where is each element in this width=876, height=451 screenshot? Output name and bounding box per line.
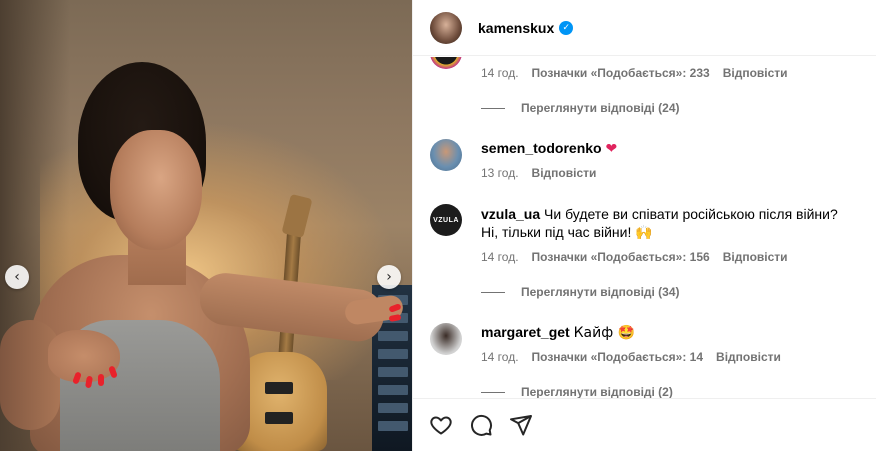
comment-username[interactable]: semen_todorenko [481, 140, 602, 156]
view-replies-button[interactable]: Переглянути відповіді (2) [481, 385, 673, 398]
share-button[interactable] [509, 413, 533, 437]
person-arm [0, 320, 60, 430]
avatar-logo-text: VZULA [433, 216, 459, 224]
author-avatar[interactable] [430, 11, 462, 44]
comment-button[interactable] [469, 413, 493, 437]
reply-button[interactable]: Відповісти [723, 66, 788, 80]
comment-username[interactable]: vzula_ua [481, 206, 540, 222]
comment-meta: 14 год. Позначки «Подобається»: 14 Відпо… [481, 350, 781, 364]
guitar-pickup [265, 382, 293, 394]
comment-time: 14 год. [481, 66, 519, 80]
reply-button[interactable]: Відповісти [716, 350, 781, 364]
comment-likes-count[interactable]: Позначки «Подобається»: 156 [532, 250, 710, 264]
view-replies-label: Переглянути відповіді (2) [521, 385, 673, 398]
comments-panel: kamenskux ✓ 14 год. Позначки «Подобаєтьс… [412, 0, 876, 451]
chevron-right-icon: › [386, 269, 392, 285]
comment-time: 14 год. [481, 350, 519, 364]
comment-meta: 13 год. Відповісти [481, 166, 596, 180]
commenter-avatar[interactable] [430, 323, 462, 355]
guitar-pickup [265, 412, 293, 424]
comment-icon [471, 414, 492, 436]
commenter-avatar[interactable] [430, 57, 462, 69]
view-replies-button[interactable]: Переглянути відповіді (34) [481, 285, 680, 299]
commenter-avatar[interactable]: VZULA [430, 204, 462, 236]
post-actions-bar [413, 398, 876, 451]
comment-time: 14 год. [481, 250, 519, 264]
post-header: kamenskux ✓ [413, 0, 876, 56]
comment-username[interactable]: margaret_get [481, 324, 570, 340]
carousel-prev-button[interactable]: ‹ [5, 265, 29, 289]
reply-button[interactable]: Відповісти [723, 250, 788, 264]
reply-button[interactable]: Відповісти [532, 166, 597, 180]
author-username[interactable]: kamenskux [478, 20, 554, 36]
comment-time: 13 год. [481, 166, 519, 180]
comment-text: margaret_get Кайф 🤩 [481, 323, 851, 342]
comment-likes-count[interactable]: Позначки «Подобається»: 233 [532, 66, 710, 80]
comment-likes-count[interactable]: Позначки «Подобається»: 14 [532, 350, 703, 364]
person-hand [48, 330, 120, 382]
replies-divider [481, 291, 505, 293]
comment-body: Кайф 🤩 [573, 325, 636, 341]
comment-text: vzula_ua Чи будете ви співати російською… [481, 205, 851, 241]
comment-text: semen_todorenko ❤ [481, 139, 851, 158]
chevron-left-icon: ‹ [14, 269, 20, 285]
like-button[interactable] [429, 413, 453, 437]
verified-badge-icon: ✓ [559, 20, 574, 35]
heart-icon [430, 416, 452, 435]
comments-list[interactable]: 14 год. Позначки «Подобається»: 233 Відп… [413, 57, 876, 398]
comment-meta: 14 год. Позначки «Подобається»: 233 Відп… [481, 66, 788, 80]
carousel-next-button[interactable]: › [377, 265, 401, 289]
replies-divider [481, 107, 505, 109]
person-face [110, 130, 202, 250]
view-replies-button[interactable]: Переглянути відповіді (24) [481, 101, 680, 115]
share-icon [510, 415, 532, 436]
view-replies-label: Переглянути відповіді (24) [521, 101, 680, 115]
view-replies-label: Переглянути відповіді (34) [521, 285, 680, 299]
replies-divider [481, 391, 505, 393]
post-media[interactable]: ‹ › [0, 0, 412, 451]
comment-meta: 14 год. Позначки «Подобається»: 156 Відп… [481, 250, 788, 264]
heart-emoji: ❤ [605, 141, 618, 157]
commenter-avatar[interactable] [430, 139, 462, 171]
